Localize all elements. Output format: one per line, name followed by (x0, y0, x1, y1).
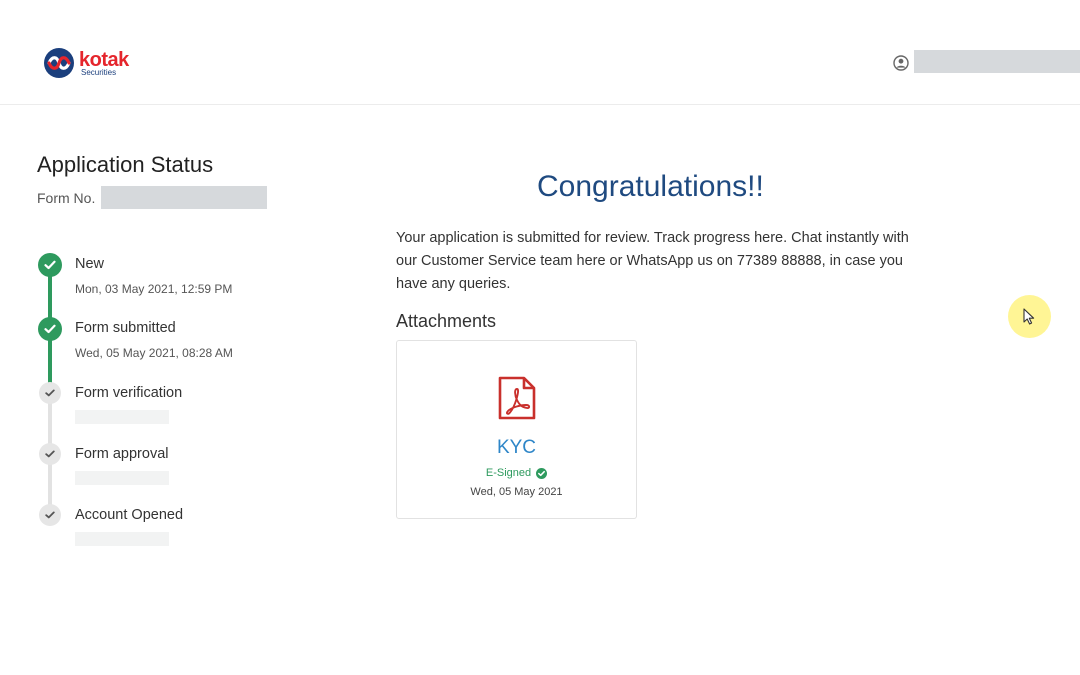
form-number-label: Form No. (37, 189, 96, 206)
timeline-step-form-submitted: Form submitted Wed, 05 May 2021, 08:28 A… (38, 317, 338, 367)
form-number-redacted (101, 186, 268, 209)
step-label: New (75, 256, 105, 272)
esign-status: E-Signed (397, 467, 636, 479)
step-label: Form approval (75, 446, 169, 462)
form-number-row: Form No. (37, 186, 268, 209)
timeline-step-form-approval: Form approval (38, 443, 338, 493)
step-date-placeholder (75, 532, 169, 546)
mouse-cursor-icon (1023, 308, 1035, 325)
user-name-redacted[interactable] (914, 50, 1080, 73)
user-icon[interactable] (893, 55, 909, 71)
status-timeline: New Mon, 03 May 2021, 12:59 PM Form subm… (38, 253, 338, 553)
step-label: Form submitted (75, 320, 176, 336)
kotak-logo-icon (44, 48, 74, 78)
step-label: Form verification (75, 385, 183, 401)
attachment-name[interactable]: KYC (397, 437, 636, 459)
step-label: Account Opened (75, 507, 184, 523)
check-circle-icon (38, 253, 62, 277)
step-date: Mon, 03 May 2021, 12:59 PM (75, 282, 233, 296)
check-icon (39, 504, 61, 526)
kotak-logo[interactable]: kotak Securities (43, 47, 129, 79)
step-date: Wed, 05 May 2021, 08:28 AM (75, 346, 233, 360)
attachments-title: Attachments (396, 311, 497, 331)
logo-brand-text: kotak (79, 48, 129, 71)
application-status-title: Application Status (37, 152, 214, 177)
step-date-placeholder (75, 410, 169, 424)
timeline-step-account-opened: Account Opened (38, 504, 338, 554)
logo-wordmark: kotak Securities (79, 50, 129, 77)
timeline-step-new: New Mon, 03 May 2021, 12:59 PM (38, 253, 338, 303)
timeline-step-form-verification: Form verification (38, 382, 338, 432)
check-icon (39, 443, 61, 465)
check-circle-icon (536, 467, 548, 479)
esign-status-label: E-Signed (485, 467, 532, 479)
attachment-date: Wed, 05 May 2021 (470, 486, 563, 498)
top-header: kotak Securities (0, 0, 1080, 105)
check-circle-icon (38, 317, 62, 341)
attachment-card-kyc[interactable]: KYC E-Signed Wed, 05 May 2021 (396, 340, 637, 519)
pdf-icon (498, 376, 536, 420)
congratulations-heading: Congratulations!! (537, 170, 764, 203)
check-icon (39, 382, 61, 404)
step-date-placeholder (75, 471, 169, 485)
submission-message: Your application is submitted for review… (396, 230, 909, 292)
